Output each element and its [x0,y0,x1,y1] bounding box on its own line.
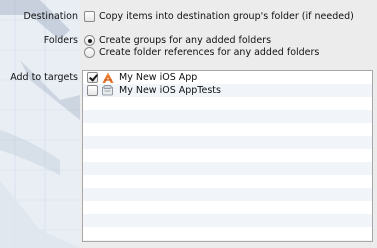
targets-list[interactable]: My New iOS App My New iOS AppTests [82,70,373,242]
create-folder-references-radio[interactable] [84,47,95,58]
create-groups-option[interactable]: Create groups for any added folders [84,35,271,46]
create-folder-references-option[interactable]: Create folder references for any added f… [84,47,319,58]
target-tests-checkbox[interactable] [87,85,98,96]
add-to-targets-label: Add to targets [10,72,78,83]
copy-items-checkbox[interactable] [84,11,95,22]
target-app-name: My New iOS App [119,72,198,83]
copy-items-label: Copy items into destination group's fold… [99,11,354,22]
create-folder-references-label: Create folder references for any added f… [99,47,320,58]
target-app-checkbox[interactable] [87,72,98,83]
destination-label: Destination [23,11,78,22]
target-row-tests[interactable]: My New iOS AppTests [87,84,221,97]
app-target-icon [102,72,114,83]
create-groups-label: Create groups for any added folders [99,35,272,46]
create-groups-radio[interactable] [84,35,95,46]
test-bundle-icon [102,85,113,96]
target-tests-name: My New iOS AppTests [119,85,221,96]
target-row-app[interactable]: My New iOS App [87,71,197,84]
folders-label: Folders [43,35,78,46]
copy-items-option[interactable]: Copy items into destination group's fold… [84,11,354,22]
